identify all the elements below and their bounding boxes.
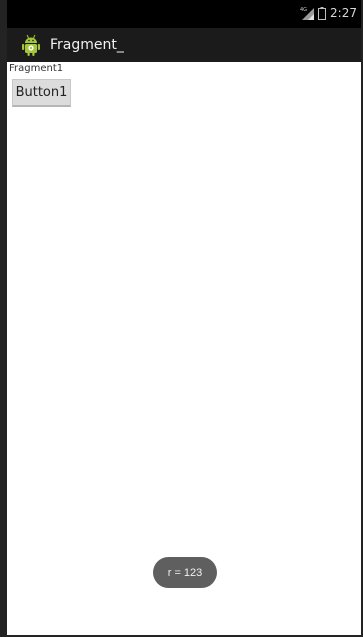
device-screen: 4G 2:27 Fragment_ Fragment1 Button1 r = … [0,0,363,637]
action-bar: Fragment_ [7,28,361,62]
status-clock: 2:27 [330,6,357,20]
signal-icon: 4G [300,6,315,20]
battery-icon [318,6,327,20]
left-bezel [0,0,7,637]
network-type-label: 4G [300,7,307,13]
fragment-container: Fragment1 Button1 r = 123 [7,62,361,635]
button1[interactable]: Button1 [12,79,71,107]
toast-message: r = 123 [153,557,217,588]
status-bar: 4G 2:27 [7,0,361,28]
fragment-label: Fragment1 [9,63,64,74]
status-icons: 4G 2:27 [300,6,357,20]
app-title: Fragment_ [50,37,124,53]
android-app-icon[interactable] [21,34,41,56]
